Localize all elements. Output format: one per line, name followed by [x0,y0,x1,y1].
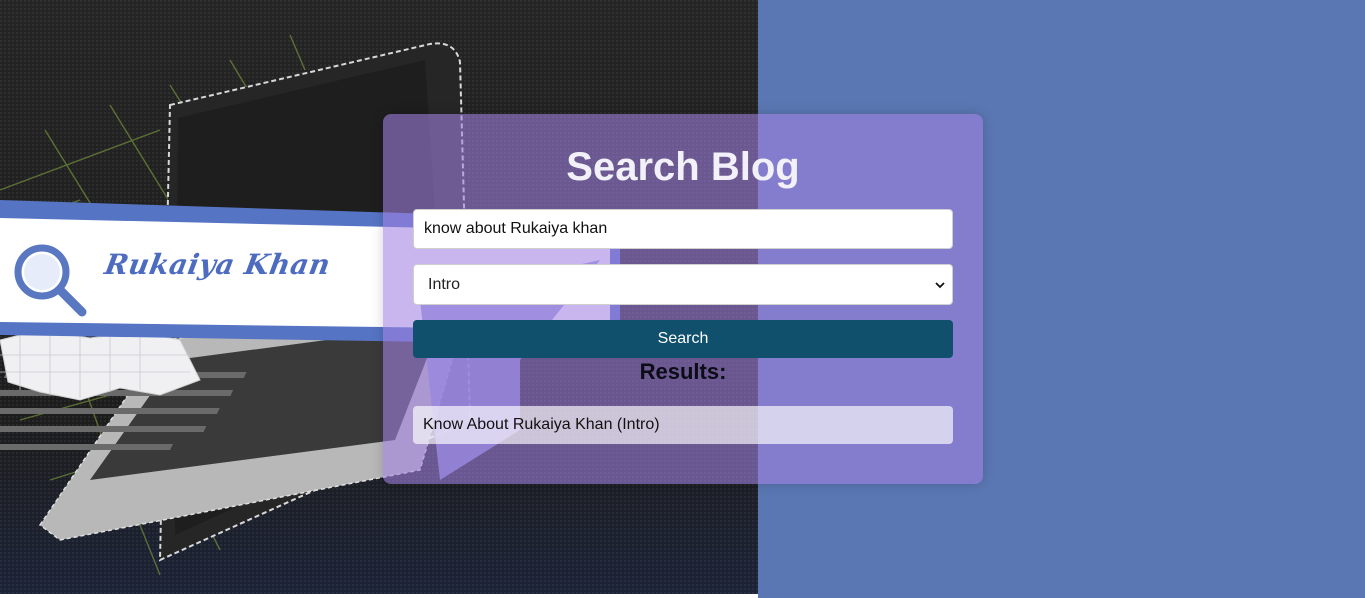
search-input[interactable] [413,209,953,249]
page-title: Search Blog [566,145,800,189]
page-bottom-strip [0,594,758,598]
results-heading: Results: [639,359,727,384]
result-item[interactable]: Know About Rukaiya Khan (Intro) [413,406,953,444]
banner-logo-text: Rukaiya Khan [102,248,334,281]
category-select-value: Intro [428,276,461,293]
search-button[interactable]: Search [413,320,953,358]
magnifier-icon [14,244,87,317]
category-select[interactable]: Intro [413,264,953,305]
search-card: Search Blog Intro Search Results: Know A… [383,114,983,484]
chevron-down-icon [935,282,945,289]
